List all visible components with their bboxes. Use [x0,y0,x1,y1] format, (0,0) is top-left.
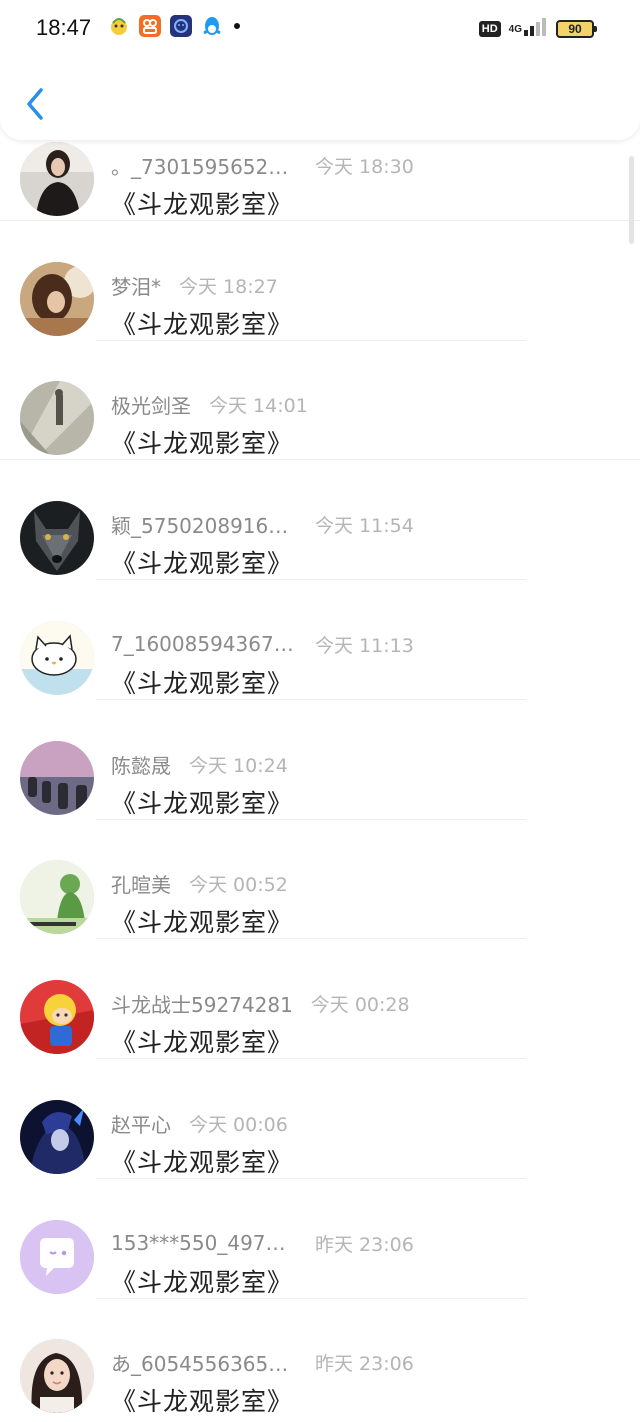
list-item[interactable]: 梦泪* 今天 18:27 《斗龙观影室》 [0,221,640,341]
sender-name: 7_1600859436751... [111,632,297,656]
list-item[interactable]: 极光剑圣 今天 14:01 《斗龙观影室》 [0,340,640,460]
avatar[interactable] [20,1100,94,1174]
message-time: 今天 00:52 [189,873,288,896]
avatar[interactable] [20,980,94,1054]
list-item[interactable]: 陈懿晟 今天 10:24 《斗龙观影室》 [0,700,640,820]
avatar[interactable] [20,262,94,336]
header: 18:47 HD 4G 90 [0,0,640,140]
game-app-icon [170,15,192,41]
list-item[interactable]: 7_1600859436751... 今天 11:13 《斗龙观影室》 [0,580,640,700]
message-list[interactable]: 。_730159565233... 今天 18:30 《斗龙观影室》 梦泪* 今… [0,0,640,1422]
sender-name: 斗龙战士59274281 [111,992,293,1017]
avatar[interactable] [20,501,94,575]
chevron-left-icon [27,88,43,120]
avatar[interactable] [20,1220,94,1294]
video-app-icon [139,15,161,41]
name-line: 赵平心 今天 00:06 [111,1109,288,1137]
message-text: 《斗龙观影室》 [111,1028,294,1057]
message-time: 今天 18:30 [315,155,414,178]
sender-name: 153***550_497593... [111,1231,297,1255]
message-time: 昨天 23:06 [315,1233,414,1256]
sender-name: 赵平心 [111,1112,171,1137]
more-notifications-dot-icon [232,15,242,41]
name-line: 斗龙战士59274281 今天 00:28 [111,989,410,1017]
status-bar: 18:47 HD 4G 90 [0,0,640,58]
sender-name: 。_730159565233... [111,154,297,179]
list-item[interactable]: 赵平心 今天 00:06 《斗龙观影室》 [0,1059,640,1179]
list-item[interactable]: 孔暄美 今天 00:52 《斗龙观影室》 [0,819,640,939]
list-item[interactable]: 颖_575020891601... 今天 11:54 《斗龙观影室》 [0,460,640,580]
message-text: 《斗龙观影室》 [111,310,294,339]
message-time: 昨天 23:06 [315,1352,414,1375]
message-text: 《斗龙观影室》 [111,190,294,219]
sender-name: 陈懿晟 [111,753,171,778]
avatar[interactable] [20,142,94,216]
message-time: 今天 11:54 [315,514,414,537]
name-line: 153***550_497593... 昨天 23:06 [111,1229,414,1257]
message-time: 今天 11:13 [315,634,414,657]
message-text: 《斗龙观影室》 [111,429,294,458]
name-line: 。_730159565233... 今天 18:30 [111,151,414,179]
avatar[interactable] [20,860,94,934]
avatar[interactable] [20,1339,94,1413]
list-item[interactable]: 153***550_497593... 昨天 23:06 《斗龙观影室》 [0,1179,640,1299]
name-line: 7_1600859436751... 今天 11:13 [111,630,414,658]
name-line: 陈懿晟 今天 10:24 [111,750,288,778]
avatar[interactable] [20,741,94,815]
name-line: あ_605455636584... 昨天 23:06 [111,1348,414,1376]
hd-badge: HD [478,21,501,37]
name-line: 孔暄美 今天 00:52 [111,869,288,897]
battery-icon: 90 [556,20,597,38]
message-text: 《斗龙观影室》 [111,908,294,937]
notification-icons [108,15,251,41]
sender-name: 梦泪* [111,274,161,299]
message-time: 今天 00:06 [189,1113,288,1136]
message-text: 《斗龙观影室》 [111,789,294,818]
message-text: 《斗龙观影室》 [111,1387,294,1416]
message-time: 今天 14:01 [209,394,308,417]
message-time: 今天 00:28 [310,993,410,1016]
mascot-app-icon [108,15,130,41]
system-status-icons: HD 4G 90 [478,18,597,40]
message-time: 今天 10:24 [189,754,288,777]
sender-name: 极光剑圣 [111,393,191,418]
message-text: 《斗龙观影室》 [111,1268,294,1297]
avatar[interactable] [20,621,94,695]
scrollbar[interactable] [629,156,634,244]
back-button[interactable] [20,84,52,124]
message-text: 《斗龙观影室》 [111,669,294,698]
sender-name: あ_605455636584... [111,1351,297,1376]
chat-list-page: 。_730159565233... 今天 18:30 《斗龙观影室》 梦泪* 今… [0,0,640,1422]
list-item[interactable]: 斗龙战士59274281 今天 00:28 《斗龙观影室》 [0,939,640,1059]
penguin-app-icon [201,15,223,41]
message-text: 《斗龙观影室》 [111,1148,294,1177]
signal-icon [524,18,548,40]
status-time: 18:47 [36,15,92,40]
name-line: 颖_575020891601... 今天 11:54 [111,510,414,538]
battery-level: 90 [568,22,582,36]
name-line: 梦泪* 今天 18:27 [111,271,278,299]
message-text: 《斗龙观影室》 [111,549,294,578]
avatar[interactable] [20,381,94,455]
network-type: 4G [508,23,522,35]
sender-name: 颖_575020891601... [111,513,297,538]
message-time: 今天 18:27 [179,275,278,298]
name-line: 极光剑圣 今天 14:01 [111,390,308,418]
sender-name: 孔暄美 [111,872,171,897]
list-item[interactable]: あ_605455636584... 昨天 23:06 《斗龙观影室》 [0,1298,640,1418]
